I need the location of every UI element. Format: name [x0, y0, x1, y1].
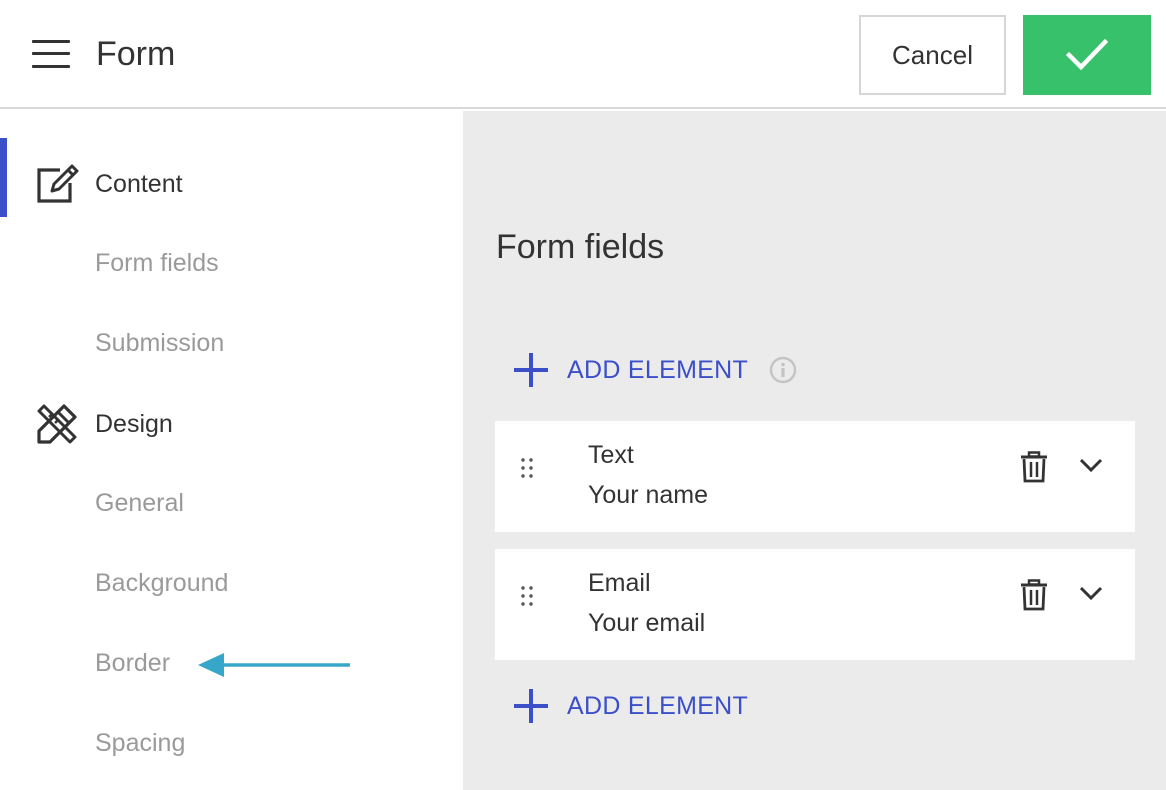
- pointer-arrow-icon: [198, 653, 350, 677]
- add-element-label: ADD ELEMENT: [567, 691, 749, 720]
- field-card[interactable]: Email Your email: [495, 549, 1135, 660]
- plus-icon: [514, 353, 548, 387]
- header-bar: Form Cancel: [0, 0, 1166, 109]
- hamburger-icon[interactable]: [32, 38, 70, 70]
- design-pencil-ruler-icon: [34, 401, 80, 447]
- plus-icon: [514, 689, 548, 723]
- info-icon[interactable]: [769, 356, 797, 384]
- trash-icon[interactable]: [1020, 579, 1048, 611]
- section-title: Form fields: [496, 228, 665, 266]
- field-type: Email: [588, 569, 651, 597]
- main-panel: Form fields ADD ELEMENT Text Your name E…: [463, 111, 1166, 790]
- chevron-down-icon[interactable]: [1079, 457, 1103, 473]
- active-indicator: [0, 138, 7, 217]
- trash-icon[interactable]: [1020, 451, 1048, 483]
- add-element-button[interactable]: ADD ELEMENT: [514, 689, 748, 723]
- field-label: Your name: [588, 481, 708, 509]
- sidebar: Content Form fields Submission Design Ge…: [0, 111, 463, 790]
- sidebar-item-spacing[interactable]: Spacing: [95, 729, 185, 758]
- field-type: Text: [588, 441, 634, 469]
- sidebar-item-general[interactable]: General: [95, 489, 184, 518]
- sidebar-item-form-fields[interactable]: Form fields: [95, 249, 219, 278]
- sidebar-section-design[interactable]: Design: [34, 401, 173, 447]
- add-element-label: ADD ELEMENT: [567, 355, 749, 384]
- sidebar-section-label: Content: [95, 169, 183, 198]
- confirm-button[interactable]: [1023, 15, 1151, 95]
- add-element-button[interactable]: ADD ELEMENT: [514, 353, 748, 387]
- sidebar-section-content[interactable]: Content: [34, 161, 183, 207]
- drag-handle-icon[interactable]: [520, 457, 534, 479]
- drag-handle-icon[interactable]: [520, 585, 534, 607]
- sidebar-item-submission[interactable]: Submission: [95, 329, 224, 358]
- edit-icon: [34, 161, 80, 207]
- sidebar-item-border[interactable]: Border: [95, 649, 170, 678]
- sidebar-section-label: Design: [95, 409, 173, 438]
- field-label: Your email: [588, 609, 706, 637]
- checkmark-icon: [1066, 39, 1108, 71]
- field-card[interactable]: Text Your name: [495, 421, 1135, 532]
- cancel-button[interactable]: Cancel: [859, 15, 1006, 95]
- page-title: Form: [96, 35, 176, 73]
- chevron-down-icon[interactable]: [1079, 585, 1103, 601]
- sidebar-item-background[interactable]: Background: [95, 569, 228, 598]
